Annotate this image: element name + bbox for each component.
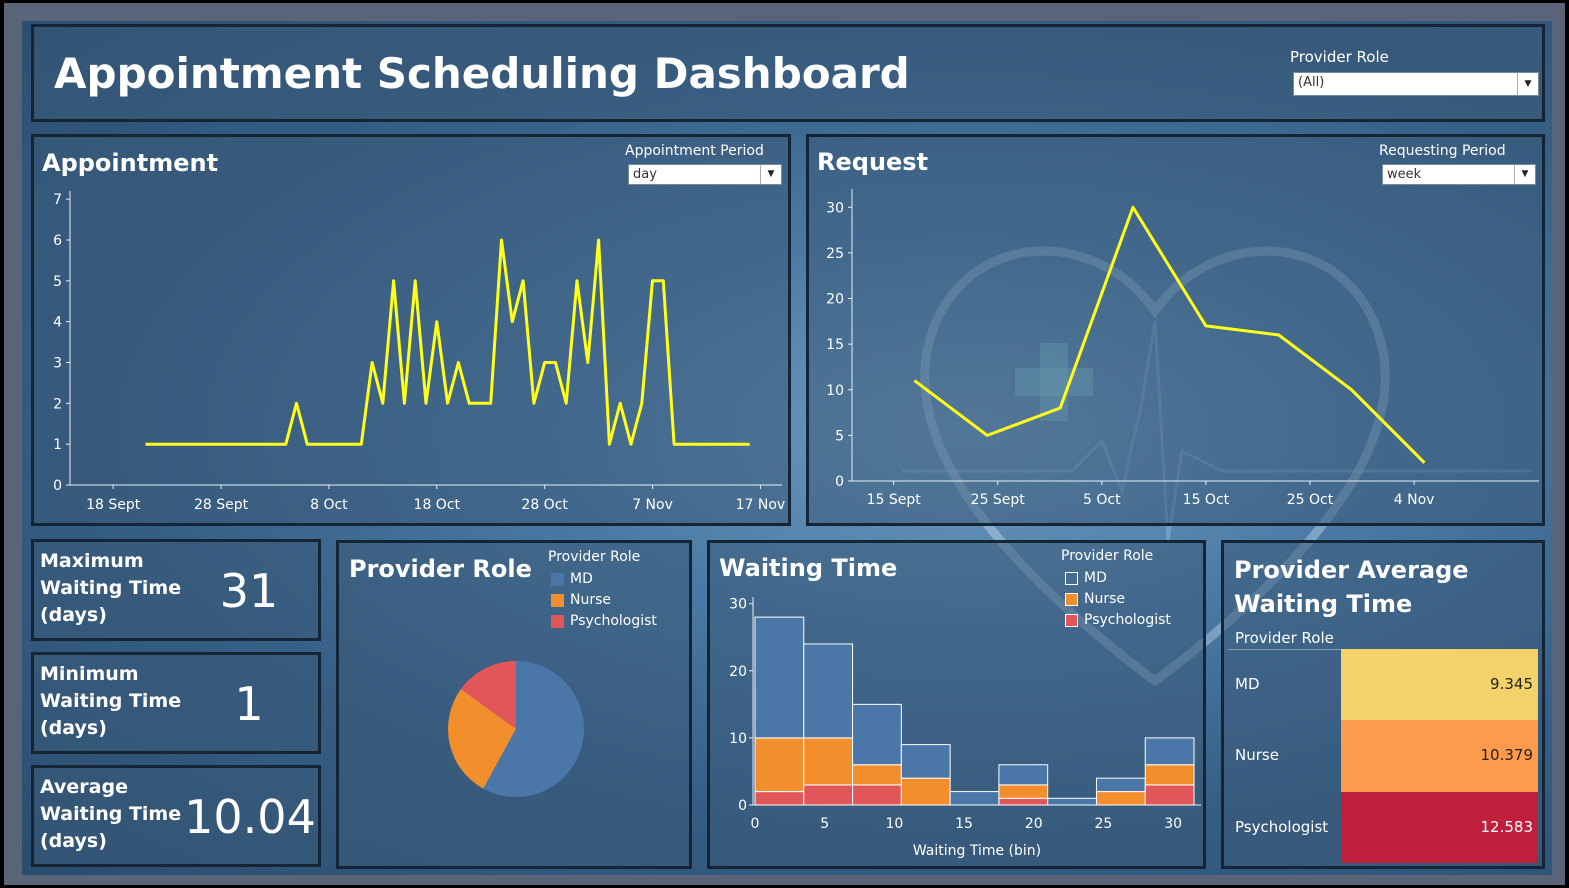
appointment-x-tick-label: 7 Nov bbox=[632, 497, 673, 513]
heat-row-label: Nurse bbox=[1235, 746, 1279, 765]
hist-y-tick-label: 0 bbox=[738, 798, 747, 814]
appointment-y-tick-label: 6 bbox=[53, 233, 62, 249]
request-series-line bbox=[913, 205, 1426, 464]
hist-bar-md bbox=[1095, 777, 1146, 793]
appointment-x-tick-label: 8 Oct bbox=[310, 497, 348, 513]
provider-average-title: Provider Average Waiting Time bbox=[1234, 556, 1469, 618]
hist-bar-md bbox=[949, 791, 1000, 806]
hist-x-tick-label: 5 bbox=[820, 816, 829, 832]
hist-bar-md bbox=[803, 643, 854, 739]
request-x-tick-label: 5 Oct bbox=[1083, 492, 1121, 508]
request-line-chart: 0 5 10 15 20 25 30 15 Sept 25 Sept 5 Oct 15 Oct 25 … bbox=[826, 189, 1539, 508]
appointment-y-tick-label: 1 bbox=[53, 437, 62, 453]
appointment-series-line bbox=[145, 238, 750, 446]
hist-bar-psychologist bbox=[803, 784, 854, 806]
hist-bar-md bbox=[754, 616, 805, 739]
heat-row-nurse: Nurse 10.379 bbox=[1228, 720, 1538, 792]
kpi-max-card: Maximum Waiting Time (days) 31 bbox=[31, 539, 321, 641]
appointment-y-tick-label: 2 bbox=[53, 396, 62, 412]
hist-bar-md bbox=[1144, 737, 1195, 766]
heat-row-label: MD bbox=[1235, 675, 1260, 693]
heat-cell-value: 12.583 bbox=[1341, 791, 1538, 863]
provider-role-filter-value: (All) bbox=[1298, 75, 1325, 90]
request-y-tick-label: 30 bbox=[826, 200, 844, 216]
hist-bar-nurse bbox=[754, 737, 805, 793]
hist-bar-nurse bbox=[1095, 791, 1146, 806]
hist-x-tick-label: 30 bbox=[1164, 816, 1182, 832]
hist-x-tick-label: 25 bbox=[1095, 816, 1113, 832]
hist-bar-psychologist bbox=[1144, 784, 1195, 806]
request-y-tick-label: 0 bbox=[835, 474, 844, 490]
appointment-x-tick-label: 18 Sept bbox=[86, 497, 141, 513]
appointment-panel: Appointment Appointment Period day ▼ 012… bbox=[31, 134, 791, 526]
heat-cell-value: 9.345 bbox=[1341, 649, 1538, 721]
provider-role-filter-label: Provider Role bbox=[1290, 48, 1389, 66]
request-x-tick-label: 15 Oct bbox=[1183, 492, 1230, 508]
heat-row-label: Psychologist bbox=[1235, 817, 1329, 836]
heat-row-psychologist: Psychologist 12.583 bbox=[1228, 791, 1538, 863]
appointment-y-tick-label: 3 bbox=[53, 356, 62, 372]
request-panel: Request Requesting Period week ▼ 0 5 10 15 2… bbox=[806, 134, 1545, 526]
provider-average-column-header: Provider Role bbox=[1235, 629, 1334, 647]
page-title: Appointment Scheduling Dashboard bbox=[54, 49, 910, 98]
header-panel: Appointment Scheduling Dashboard Provide… bbox=[31, 24, 1545, 122]
request-y-tick-label: 10 bbox=[826, 383, 844, 399]
waiting-time-panel: Waiting Time Provider Role MD Nurse Psyc… bbox=[707, 540, 1206, 869]
request-x-tick-label: 4 Nov bbox=[1394, 492, 1435, 508]
appointment-x-tick-label: 28 Oct bbox=[521, 497, 568, 513]
request-x-tick-label: 15 Sept bbox=[867, 492, 922, 508]
hist-bar-md bbox=[900, 744, 951, 779]
hist-y-tick-label: 30 bbox=[729, 597, 747, 613]
hist-bar-psychologist bbox=[754, 791, 805, 806]
kpi-avg-card: Average Waiting Time (days) 10.04 bbox=[31, 765, 321, 867]
appointment-line-chart: 0 1 2 3 4 5 6 7 18 Sept 28 Sept 8 Oct 18 Oct 28 Oct 7… bbox=[53, 191, 786, 513]
chevron-down-icon[interactable]: ▼ bbox=[1517, 73, 1538, 95]
request-y-tick-label: 25 bbox=[826, 246, 844, 262]
hist-bar-md bbox=[1047, 797, 1097, 806]
provider-average-panel: Provider Average Waiting Time Provider Ro… bbox=[1221, 540, 1545, 869]
heat-cell-value: 10.379 bbox=[1341, 720, 1538, 792]
appointment-x-tick-label: 17 Nov bbox=[736, 497, 786, 513]
appointment-y-tick-label: 4 bbox=[53, 315, 62, 331]
provider-role-filter-select[interactable]: (All) ▼ bbox=[1293, 72, 1539, 96]
appointment-y-tick-label: 0 bbox=[53, 478, 62, 494]
kpi-min-value: 1 bbox=[234, 677, 264, 731]
kpi-min-label: Minimum Waiting Time (days) bbox=[40, 663, 182, 739]
heat-row-md: MD 9.345 bbox=[1228, 649, 1538, 721]
appointment-y-tick-label: 7 bbox=[53, 192, 62, 208]
hist-x-tick-label: 15 bbox=[955, 816, 973, 832]
kpi-avg-value: 10.04 bbox=[184, 790, 316, 844]
kpi-max-value: 31 bbox=[219, 564, 279, 618]
kpi-min-card: Minimum Waiting Time (days) 1 bbox=[31, 652, 321, 754]
appointment-x-tick-label: 18 Oct bbox=[414, 497, 461, 513]
hist-x-tick-label: 20 bbox=[1025, 816, 1043, 832]
provider-average-heat-table: MD 9.345 Nurse 10.379 Psychologist 12.583 bbox=[1228, 649, 1538, 863]
provider-role-pie-chart bbox=[448, 661, 584, 797]
kpi-avg-label: Average Waiting Time (days) bbox=[40, 776, 182, 852]
request-y-tick-label: 5 bbox=[835, 428, 844, 444]
hist-y-tick-label: 10 bbox=[729, 731, 747, 747]
hist-bar-psychologist bbox=[852, 784, 902, 806]
appointment-x-tick-label: 28 Sept bbox=[194, 497, 249, 513]
hist-bar-nurse bbox=[803, 737, 854, 786]
hist-bar-md bbox=[852, 703, 902, 766]
request-y-tick-label: 20 bbox=[826, 292, 844, 308]
provider-role-panel: Provider Role Provider Role MD Nurse Psy… bbox=[336, 540, 692, 869]
hist-bar-nurse bbox=[900, 777, 951, 806]
appointment-y-tick-label: 5 bbox=[53, 274, 62, 290]
hist-y-tick-label: 20 bbox=[729, 664, 747, 680]
kpi-max-label: Maximum Waiting Time (days) bbox=[40, 550, 182, 626]
hist-bar-md bbox=[998, 764, 1049, 786]
hist-bar-nurse bbox=[852, 764, 902, 786]
waiting-time-histogram: 0 10 20 30 0 5 10 15 20 25 30 Waiting Time (bin) bbox=[729, 597, 1201, 859]
hist-bar-nurse bbox=[1144, 764, 1195, 786]
request-x-tick-label: 25 Oct bbox=[1287, 492, 1334, 508]
request-x-tick-label: 25 Sept bbox=[971, 492, 1026, 508]
hist-bar-nurse bbox=[998, 784, 1049, 799]
hist-bar-psychologist bbox=[998, 797, 1049, 806]
hist-x-tick-label: 0 bbox=[751, 816, 760, 832]
hist-x-axis-label: Waiting Time (bin) bbox=[913, 843, 1041, 859]
request-y-tick-label: 15 bbox=[826, 337, 844, 353]
hist-x-tick-label: 10 bbox=[885, 816, 903, 832]
